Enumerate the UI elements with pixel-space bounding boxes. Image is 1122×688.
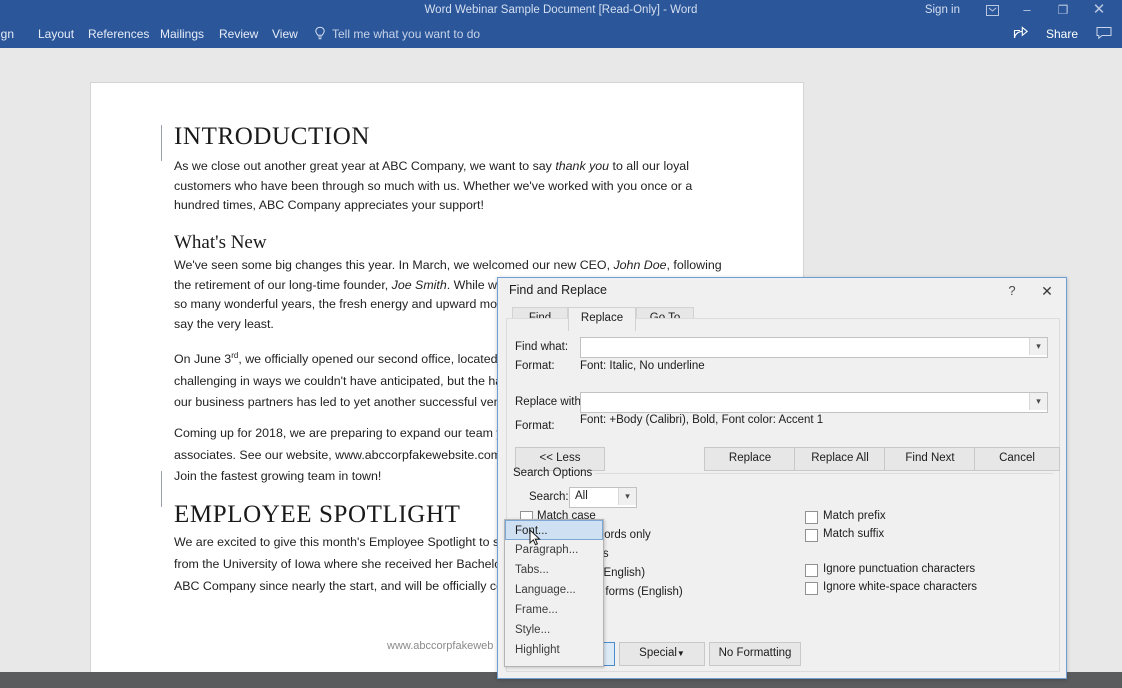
replace-format-label: Format: [515, 420, 555, 432]
tab-view[interactable]: View [272, 20, 298, 48]
sign-in-button[interactable]: Sign in [925, 0, 960, 20]
special-dropdown-arrow-icon: ▼ [676, 649, 685, 658]
menu-item-paragraph[interactable]: Paragraph... [506, 540, 602, 560]
share-button[interactable]: Share [1046, 20, 1078, 48]
search-scope-value: All [575, 490, 588, 502]
format-context-menu[interactable]: Font... Paragraph... Tabs... Language...… [504, 519, 604, 667]
mouse-cursor [529, 528, 541, 546]
chevron-down-icon[interactable]: ▾ [1029, 393, 1047, 410]
tab-layout[interactable]: Layout [38, 20, 74, 48]
menu-item-tabs[interactable]: Tabs... [506, 560, 602, 580]
find-next-button[interactable]: Find Next [884, 447, 976, 471]
replace-format-value: Font: +Body (Calibri), Bold, Font color:… [580, 414, 824, 426]
menu-item-frame[interactable]: Frame... [506, 600, 602, 620]
replace-with-input[interactable]: ▾ [580, 392, 1048, 413]
share-icon [1013, 25, 1029, 41]
intro-text-italic: thank you [555, 159, 610, 173]
tab-mailings[interactable]: Mailings [160, 20, 204, 48]
search-label: Search: [529, 491, 569, 503]
tell-me-input[interactable]: Tell me what you want to do [332, 20, 480, 48]
checkbox-label-match-prefix: Match prefix [823, 510, 886, 522]
wn1-italic-joe-smith: Joe Smith [391, 277, 447, 292]
replace-with-label: Replace with: [515, 396, 585, 408]
special-button-label: Special [639, 647, 677, 659]
menu-item-language[interactable]: Language... [506, 580, 602, 600]
tab-references[interactable]: References [88, 20, 149, 48]
group-divider [595, 473, 1053, 474]
checkbox-match-suffix[interactable] [805, 529, 818, 542]
checkbox-match-prefix[interactable] [805, 511, 818, 524]
title-bar: Word Webinar Sample Document [Read-Only]… [0, 0, 1122, 20]
maximize-button[interactable]: ❐ [1048, 0, 1078, 20]
wn2-a: On June 3 [174, 351, 232, 366]
footer-url: www.abccorpfakeweb [387, 640, 494, 652]
search-scope-select[interactable]: All ▾ [569, 487, 637, 508]
find-what-format-label: Format: [515, 360, 555, 372]
minimize-button[interactable]: – [1012, 0, 1042, 20]
chevron-down-icon[interactable]: ▾ [618, 488, 636, 505]
intro-text-a: As we close out another great year at AB… [174, 159, 556, 173]
checkbox-ignore-whitespace[interactable] [805, 582, 818, 595]
dialog-title: Find and Replace [509, 283, 607, 297]
find-what-input[interactable]: ▾ [580, 337, 1048, 358]
heading-introduction: INTRODUCTION [174, 123, 371, 150]
checkbox-ignore-punctuation[interactable] [805, 564, 818, 577]
checkbox-label-ignore-whitespace: Ignore white-space characters [823, 581, 978, 593]
paragraph-intro: As we close out another great year at AB… [174, 157, 722, 216]
wn1-a: We've seen some big changes this year. I… [174, 257, 614, 272]
replace-all-button[interactable]: Replace All [794, 447, 886, 471]
change-bar [161, 125, 162, 161]
help-icon[interactable]: ? [1003, 282, 1021, 300]
ribbon-display-options-icon[interactable] [977, 0, 1007, 20]
special-button[interactable]: Special▼ [619, 642, 705, 666]
dialog-title-bar[interactable]: Find and Replace ? ✕ [498, 278, 1066, 305]
find-what-format-value: Font: Italic, No underline [580, 360, 705, 372]
checkbox-label-match-suffix: Match suffix [823, 528, 885, 540]
replace-button[interactable]: Replace [704, 447, 796, 471]
ribbon-tab-bar: sign Layout References Mailings Review V… [0, 20, 1122, 48]
close-button[interactable]: ✕ [1084, 0, 1114, 20]
search-options-header: Search Options [513, 467, 593, 479]
menu-item-style[interactable]: Style... [506, 620, 602, 640]
close-icon[interactable]: ✕ [1038, 282, 1056, 300]
cancel-button[interactable]: Cancel [974, 447, 1060, 471]
tab-review[interactable]: Review [219, 20, 258, 48]
checkbox-label-ignore-punctuation: Ignore punctuation characters [823, 563, 976, 575]
heading-whats-new: What's New [174, 232, 267, 254]
chevron-down-icon[interactable]: ▾ [1029, 338, 1047, 355]
menu-item-font[interactable]: Font... [505, 520, 603, 540]
no-formatting-button[interactable]: No Formatting [709, 642, 801, 666]
menu-item-highlight[interactable]: Highlight [506, 640, 602, 660]
change-bar [161, 471, 162, 507]
find-what-label: Find what: [515, 341, 569, 353]
wn1-italic-john-doe: John Doe [613, 257, 667, 272]
wn2-b: , we officially opened our second office… [238, 351, 515, 366]
tab-replace[interactable]: Replace [568, 307, 636, 331]
lightbulb-icon [314, 26, 326, 42]
tab-design[interactable]: sign [0, 20, 14, 48]
comment-icon[interactable] [1096, 26, 1112, 42]
